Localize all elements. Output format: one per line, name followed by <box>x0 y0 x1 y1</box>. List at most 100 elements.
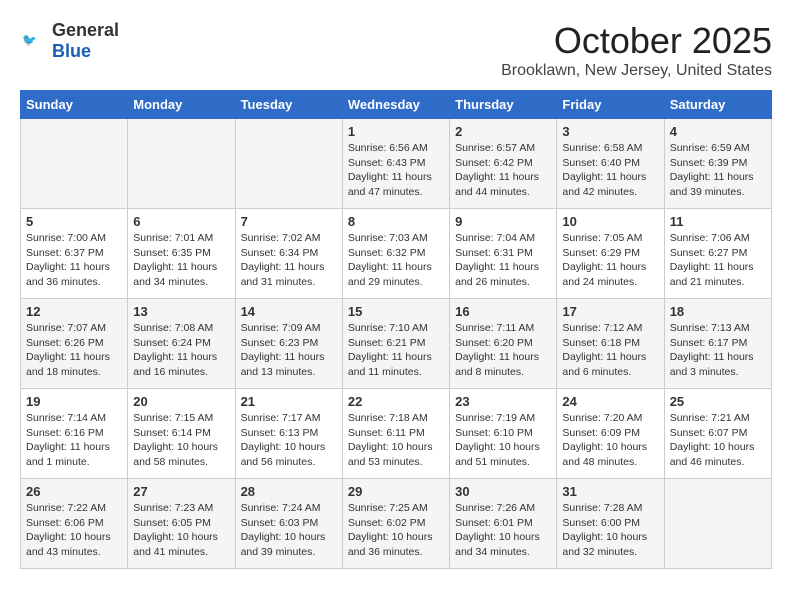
day-cell: 6 Sunrise: 7:01 AM Sunset: 6:35 PM Daylig… <box>128 209 235 299</box>
day-info: Sunrise: 7:13 AM Sunset: 6:17 PM Dayligh… <box>670 321 766 380</box>
day-info: Sunrise: 7:04 AM Sunset: 6:31 PM Dayligh… <box>455 231 551 290</box>
day-info: Sunrise: 7:02 AM Sunset: 6:34 PM Dayligh… <box>241 231 337 290</box>
day-cell: 24 Sunrise: 7:20 AM Sunset: 6:09 PM Dayli… <box>557 389 664 479</box>
day-info: Sunrise: 7:17 AM Sunset: 6:13 PM Dayligh… <box>241 411 337 470</box>
day-number: 10 <box>562 214 658 229</box>
day-cell: 30 Sunrise: 7:26 AM Sunset: 6:01 PM Dayli… <box>450 479 557 569</box>
day-number: 17 <box>562 304 658 319</box>
column-header-tuesday: Tuesday <box>235 91 342 119</box>
day-info: Sunrise: 7:07 AM Sunset: 6:26 PM Dayligh… <box>26 321 122 380</box>
column-header-friday: Friday <box>557 91 664 119</box>
day-info: Sunrise: 7:21 AM Sunset: 6:07 PM Dayligh… <box>670 411 766 470</box>
week-row-4: 19Sunrise: 7:14 AM Sunset: 6:16 PM Dayli… <box>21 389 772 479</box>
day-number: 27 <box>133 484 229 499</box>
day-info: Sunrise: 7:05 AM Sunset: 6:29 PM Dayligh… <box>562 231 658 290</box>
day-cell: 16 Sunrise: 7:11 AM Sunset: 6:20 PM Dayli… <box>450 299 557 389</box>
week-row-5: 26 Sunrise: 7:22 AM Sunset: 6:06 PM Dayli… <box>21 479 772 569</box>
day-info: Sunrise: 7:12 AM Sunset: 6:18 PM Dayligh… <box>562 321 658 380</box>
day-info: Sunrise: 7:15 AM Sunset: 6:14 PM Dayligh… <box>133 411 229 470</box>
day-cell: 3 Sunrise: 6:58 AM Sunset: 6:40 PM Daylig… <box>557 119 664 209</box>
day-info: Sunrise: 7:20 AM Sunset: 6:09 PM Dayligh… <box>562 411 658 470</box>
day-cell: 18Sunrise: 7:13 AM Sunset: 6:17 PM Dayli… <box>664 299 771 389</box>
day-number: 28 <box>241 484 337 499</box>
logo: 🐦 General Blue <box>20 20 119 62</box>
day-number: 14 <box>241 304 337 319</box>
column-header-sunday: Sunday <box>21 91 128 119</box>
day-number: 4 <box>670 124 766 139</box>
day-info: Sunrise: 7:10 AM Sunset: 6:21 PM Dayligh… <box>348 321 444 380</box>
day-cell <box>235 119 342 209</box>
column-header-monday: Monday <box>128 91 235 119</box>
day-cell: 23Sunrise: 7:19 AM Sunset: 6:10 PM Dayli… <box>450 389 557 479</box>
day-cell <box>128 119 235 209</box>
day-cell: 1 Sunrise: 6:56 AM Sunset: 6:43 PM Daylig… <box>342 119 449 209</box>
column-header-saturday: Saturday <box>664 91 771 119</box>
day-info: Sunrise: 7:18 AM Sunset: 6:11 PM Dayligh… <box>348 411 444 470</box>
day-cell: 29 Sunrise: 7:25 AM Sunset: 6:02 PM Dayli… <box>342 479 449 569</box>
day-cell: 17 Sunrise: 7:12 AM Sunset: 6:18 PM Dayli… <box>557 299 664 389</box>
day-info: Sunrise: 6:57 AM Sunset: 6:42 PM Dayligh… <box>455 141 551 200</box>
month-title: October 2025 <box>501 20 772 62</box>
day-number: 22 <box>348 394 444 409</box>
day-cell: 28 Sunrise: 7:24 AM Sunset: 6:03 PM Dayli… <box>235 479 342 569</box>
day-cell: 9 Sunrise: 7:04 AM Sunset: 6:31 PM Daylig… <box>450 209 557 299</box>
day-cell: 2 Sunrise: 6:57 AM Sunset: 6:42 PM Daylig… <box>450 119 557 209</box>
day-number: 6 <box>133 214 229 229</box>
day-number: 29 <box>348 484 444 499</box>
day-info: Sunrise: 7:28 AM Sunset: 6:00 PM Dayligh… <box>562 501 658 560</box>
title-section: October 2025 Brooklawn, New Jersey, Unit… <box>501 20 772 80</box>
day-number: 24 <box>562 394 658 409</box>
day-cell: 11Sunrise: 7:06 AM Sunset: 6:27 PM Dayli… <box>664 209 771 299</box>
day-cell: 19Sunrise: 7:14 AM Sunset: 6:16 PM Dayli… <box>21 389 128 479</box>
week-row-1: 1 Sunrise: 6:56 AM Sunset: 6:43 PM Daylig… <box>21 119 772 209</box>
day-cell: 4 Sunrise: 6:59 AM Sunset: 6:39 PM Daylig… <box>664 119 771 209</box>
column-header-thursday: Thursday <box>450 91 557 119</box>
day-info: Sunrise: 7:00 AM Sunset: 6:37 PM Dayligh… <box>26 231 122 290</box>
day-number: 13 <box>133 304 229 319</box>
day-number: 16 <box>455 304 551 319</box>
day-cell: 21Sunrise: 7:17 AM Sunset: 6:13 PM Dayli… <box>235 389 342 479</box>
day-number: 12 <box>26 304 122 319</box>
day-number: 3 <box>562 124 658 139</box>
day-info: Sunrise: 6:58 AM Sunset: 6:40 PM Dayligh… <box>562 141 658 200</box>
day-number: 5 <box>26 214 122 229</box>
day-info: Sunrise: 7:24 AM Sunset: 6:03 PM Dayligh… <box>241 501 337 560</box>
day-cell: 10 Sunrise: 7:05 AM Sunset: 6:29 PM Dayli… <box>557 209 664 299</box>
day-number: 1 <box>348 124 444 139</box>
logo-blue-text: Blue <box>52 41 91 61</box>
day-number: 15 <box>348 304 444 319</box>
day-number: 31 <box>562 484 658 499</box>
day-cell: 25Sunrise: 7:21 AM Sunset: 6:07 PM Dayli… <box>664 389 771 479</box>
day-number: 7 <box>241 214 337 229</box>
day-info: Sunrise: 7:22 AM Sunset: 6:06 PM Dayligh… <box>26 501 122 560</box>
day-info: Sunrise: 7:25 AM Sunset: 6:02 PM Dayligh… <box>348 501 444 560</box>
day-cell: 7 Sunrise: 7:02 AM Sunset: 6:34 PM Daylig… <box>235 209 342 299</box>
day-info: Sunrise: 7:08 AM Sunset: 6:24 PM Dayligh… <box>133 321 229 380</box>
day-number: 26 <box>26 484 122 499</box>
day-number: 9 <box>455 214 551 229</box>
day-info: Sunrise: 7:03 AM Sunset: 6:32 PM Dayligh… <box>348 231 444 290</box>
day-number: 20 <box>133 394 229 409</box>
day-info: Sunrise: 7:11 AM Sunset: 6:20 PM Dayligh… <box>455 321 551 380</box>
day-number: 11 <box>670 214 766 229</box>
day-info: Sunrise: 6:59 AM Sunset: 6:39 PM Dayligh… <box>670 141 766 200</box>
svg-text:🐦: 🐦 <box>22 33 37 47</box>
day-cell <box>21 119 128 209</box>
day-cell: 20 Sunrise: 7:15 AM Sunset: 6:14 PM Dayli… <box>128 389 235 479</box>
day-info: Sunrise: 7:01 AM Sunset: 6:35 PM Dayligh… <box>133 231 229 290</box>
day-cell <box>664 479 771 569</box>
logo-general-text: General <box>52 20 119 40</box>
column-header-wednesday: Wednesday <box>342 91 449 119</box>
week-row-3: 12 Sunrise: 7:07 AM Sunset: 6:26 PM Dayli… <box>21 299 772 389</box>
header-row: SundayMondayTuesdayWednesdayThursdayFrid… <box>21 91 772 119</box>
day-number: 2 <box>455 124 551 139</box>
day-cell: 13 Sunrise: 7:08 AM Sunset: 6:24 PM Dayli… <box>128 299 235 389</box>
day-info: Sunrise: 6:56 AM Sunset: 6:43 PM Dayligh… <box>348 141 444 200</box>
day-cell: 26 Sunrise: 7:22 AM Sunset: 6:06 PM Dayli… <box>21 479 128 569</box>
day-info: Sunrise: 7:26 AM Sunset: 6:01 PM Dayligh… <box>455 501 551 560</box>
day-number: 30 <box>455 484 551 499</box>
calendar-table: SundayMondayTuesdayWednesdayThursdayFrid… <box>20 90 772 569</box>
week-row-2: 5 Sunrise: 7:00 AM Sunset: 6:37 PM Daylig… <box>21 209 772 299</box>
location: Brooklawn, New Jersey, United States <box>501 62 772 80</box>
day-info: Sunrise: 7:14 AM Sunset: 6:16 PM Dayligh… <box>26 411 122 470</box>
